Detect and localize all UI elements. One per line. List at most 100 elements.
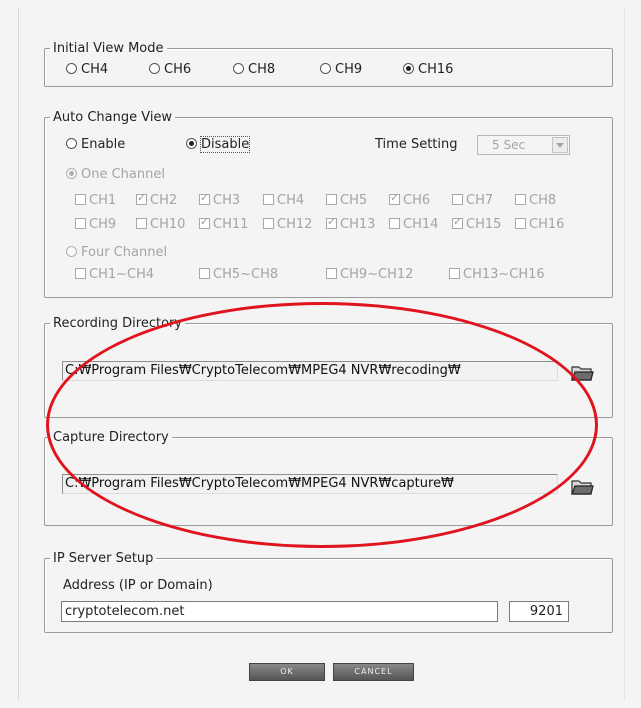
channel-label: CH8: [529, 193, 557, 208]
checkbox-icon: [452, 215, 463, 229]
ip-server-setup-title: IP Server Setup: [53, 551, 154, 566]
channel-label: CH15: [466, 217, 502, 232]
channel-label: CH13: [340, 217, 376, 232]
channel-label: CH1: [89, 193, 117, 208]
checkbox-icon: [449, 268, 460, 279]
channel-label: CH2: [150, 193, 178, 208]
radio-icon: [66, 138, 77, 149]
view-mode-label: CH16: [418, 62, 454, 77]
recording-folder-button[interactable]: [570, 361, 594, 383]
folder-icon: [571, 480, 594, 495]
time-setting-select[interactable]: 5 Sec: [477, 135, 570, 155]
channel-checkbox[interactable]: CH7: [452, 193, 493, 208]
view-mode-radio-ch16[interactable]: CH16: [403, 62, 453, 77]
channel-checkbox[interactable]: CH16: [515, 217, 564, 232]
view-mode-label: CH9: [335, 62, 363, 77]
channel-checkbox[interactable]: CH3: [199, 191, 241, 208]
checkbox-icon: [199, 215, 210, 229]
channel-checkbox[interactable]: CH9: [75, 217, 116, 232]
checkbox-icon: [136, 218, 147, 229]
channel-checkbox[interactable]: CH15: [452, 215, 502, 232]
capture-directory-title: Capture Directory: [53, 430, 169, 445]
channel-checkbox[interactable]: CH4: [263, 193, 304, 208]
checkbox-icon: [199, 191, 210, 205]
recording-directory-title: Recording Directory: [53, 316, 183, 331]
initial-view-mode-title: Initial View Mode: [53, 41, 164, 56]
disable-label: Disable: [199, 136, 251, 153]
four-channel-group-label: CH9~CH12: [340, 267, 414, 282]
view-mode-radio-ch8[interactable]: CH8: [233, 62, 275, 77]
checkbox-icon: [515, 218, 526, 229]
view-mode-label: CH4: [81, 62, 109, 77]
address-label: Address (IP or Domain): [63, 578, 213, 593]
channel-label: CH16: [529, 217, 565, 232]
enable-radio[interactable]: Enable: [66, 137, 125, 152]
view-mode-radio-ch6[interactable]: CH6: [149, 62, 191, 77]
one-channel-label: One Channel: [81, 167, 165, 182]
channel-label: CH11: [213, 217, 249, 232]
four-channel-radio[interactable]: Four Channel: [66, 245, 167, 260]
four-channel-checkbox[interactable]: CH5~CH8: [199, 267, 278, 282]
port-input[interactable]: 9201: [509, 601, 569, 622]
four-channel-group-label: CH1~CH4: [89, 267, 155, 282]
checkbox-icon: [389, 218, 400, 229]
channel-checkbox[interactable]: CH2: [136, 191, 178, 208]
channel-checkbox[interactable]: CH10: [136, 217, 185, 232]
radio-icon: [186, 138, 197, 149]
ok-button[interactable]: OK: [249, 663, 325, 681]
time-setting-value: 5 Sec: [492, 138, 526, 152]
channel-label: CH14: [403, 217, 439, 232]
time-setting-label: Time Setting: [375, 137, 458, 152]
checkbox-icon: [389, 191, 400, 205]
checkbox-icon: [326, 268, 337, 279]
channel-label: CH3: [213, 193, 241, 208]
checkbox-icon: [263, 218, 274, 229]
disable-radio[interactable]: Disable: [186, 136, 251, 153]
channel-checkbox[interactable]: CH8: [515, 193, 556, 208]
channel-checkbox[interactable]: CH1: [75, 193, 116, 208]
view-mode-radio-ch9[interactable]: CH9: [320, 62, 362, 77]
channel-checkbox[interactable]: CH11: [199, 215, 249, 232]
radio-icon: [233, 63, 244, 74]
channel-checkbox[interactable]: CH5: [326, 193, 367, 208]
channel-checkbox[interactable]: CH6: [389, 191, 431, 208]
radio-icon: [149, 63, 160, 74]
one-channel-radio[interactable]: One Channel: [66, 167, 165, 182]
capture-directory-field[interactable]: C:₩Program Files₩CryptoTelecom₩MPEG4 NVR…: [62, 474, 558, 494]
four-channel-label: Four Channel: [81, 245, 168, 260]
channel-checkbox[interactable]: CH13: [326, 215, 376, 232]
radio-icon: [66, 63, 77, 74]
channel-label: CH9: [89, 217, 117, 232]
four-channel-checkbox[interactable]: CH13~CH16: [449, 267, 545, 282]
cancel-button[interactable]: CANCEL: [333, 663, 414, 681]
channel-label: CH10: [150, 217, 186, 232]
checkbox-icon: [515, 194, 526, 205]
radio-icon: [66, 246, 77, 257]
folder-icon: [571, 366, 594, 381]
radio-icon: [66, 168, 77, 179]
checkbox-icon: [75, 194, 86, 205]
checkbox-icon: [199, 268, 210, 279]
view-mode-radio-ch4[interactable]: CH4: [66, 62, 108, 77]
enable-label: Enable: [81, 137, 126, 152]
channel-label: CH6: [403, 193, 431, 208]
recording-directory-field[interactable]: C:₩Program Files₩CryptoTelecom₩MPEG4 NVR…: [62, 361, 558, 381]
address-input[interactable]: cryptotelecom.net: [61, 601, 498, 622]
auto-change-view-title: Auto Change View: [53, 110, 173, 125]
four-channel-checkbox[interactable]: CH1~CH4: [75, 267, 154, 282]
channel-label: CH7: [466, 193, 494, 208]
four-channel-group-label: CH5~CH8: [213, 267, 279, 282]
checkbox-icon: [75, 218, 86, 229]
view-mode-label: CH8: [248, 62, 276, 77]
four-channel-checkbox[interactable]: CH9~CH12: [326, 267, 413, 282]
channel-checkbox[interactable]: CH14: [389, 217, 438, 232]
four-channel-group-label: CH13~CH16: [463, 267, 545, 282]
chevron-down-icon[interactable]: [552, 137, 568, 153]
checkbox-icon: [263, 194, 274, 205]
checkbox-icon: [326, 215, 337, 229]
checkbox-icon: [452, 194, 463, 205]
channel-checkbox[interactable]: CH12: [263, 217, 312, 232]
capture-folder-button[interactable]: [570, 475, 594, 497]
view-mode-label: CH6: [164, 62, 192, 77]
settings-dialog: Initial View Mode CH4 CH6 CH8 CH9 CH16 Auto …: [0, 0, 641, 708]
